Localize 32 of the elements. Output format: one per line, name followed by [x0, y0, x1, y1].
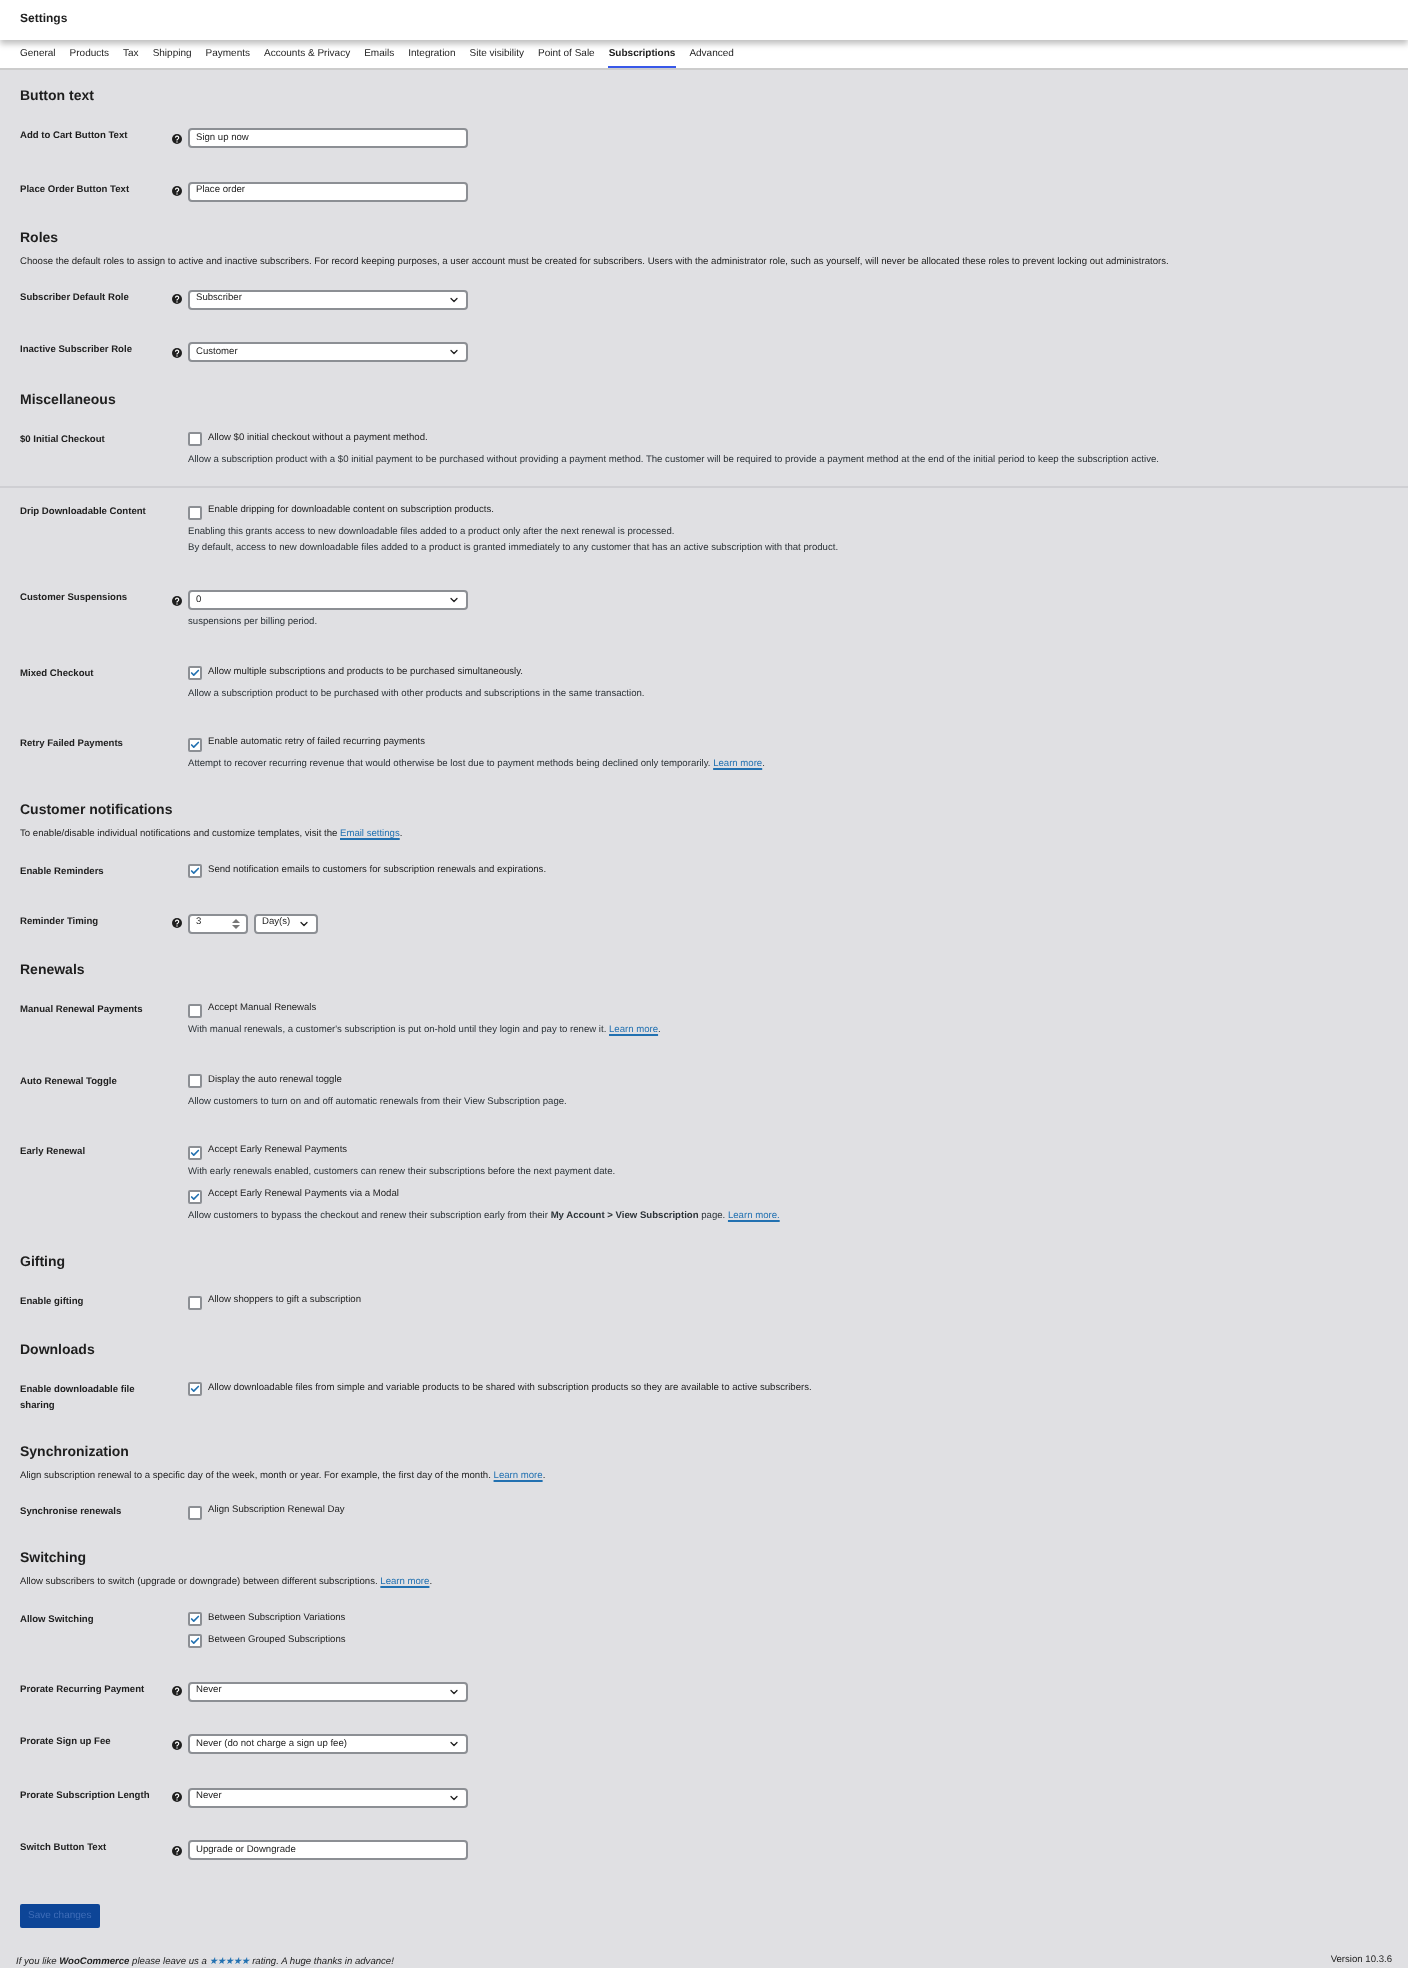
checkbox[interactable] [188, 1145, 202, 1160]
chevron-down-icon [448, 1685, 460, 1698]
help-icon[interactable] [172, 294, 182, 305]
help-icon[interactable] [172, 347, 182, 358]
checkbox[interactable] [188, 737, 202, 752]
chevron-down-icon [448, 1791, 460, 1804]
chevron-down-icon [298, 917, 310, 930]
checkbox[interactable] [188, 1634, 202, 1649]
chevron-down-icon [448, 594, 460, 607]
help-icon[interactable] [172, 1792, 182, 1803]
spinner-icon [232, 917, 240, 930]
checkbox[interactable] [188, 1382, 202, 1397]
chevron-down-icon [448, 293, 460, 306]
checkbox[interactable] [188, 432, 202, 447]
chevron-down-icon [448, 1738, 460, 1751]
help-icon[interactable] [172, 1739, 182, 1750]
checkbox[interactable] [188, 1074, 202, 1089]
help-icon[interactable] [172, 133, 182, 144]
checkbox[interactable] [188, 1189, 202, 1204]
chevron-down-icon [448, 346, 460, 359]
help-icon[interactable] [172, 595, 182, 606]
help-icon[interactable] [172, 1845, 182, 1856]
checkbox[interactable] [188, 1612, 202, 1627]
checkbox[interactable] [188, 1295, 202, 1310]
checkbox[interactable] [188, 1505, 202, 1520]
checkbox[interactable] [188, 1003, 202, 1018]
checkbox[interactable] [188, 864, 202, 879]
checkbox[interactable] [188, 505, 202, 520]
help-icon[interactable] [172, 186, 182, 197]
help-icon[interactable] [172, 918, 182, 929]
checkbox[interactable] [188, 666, 202, 681]
help-icon[interactable] [172, 1686, 182, 1697]
